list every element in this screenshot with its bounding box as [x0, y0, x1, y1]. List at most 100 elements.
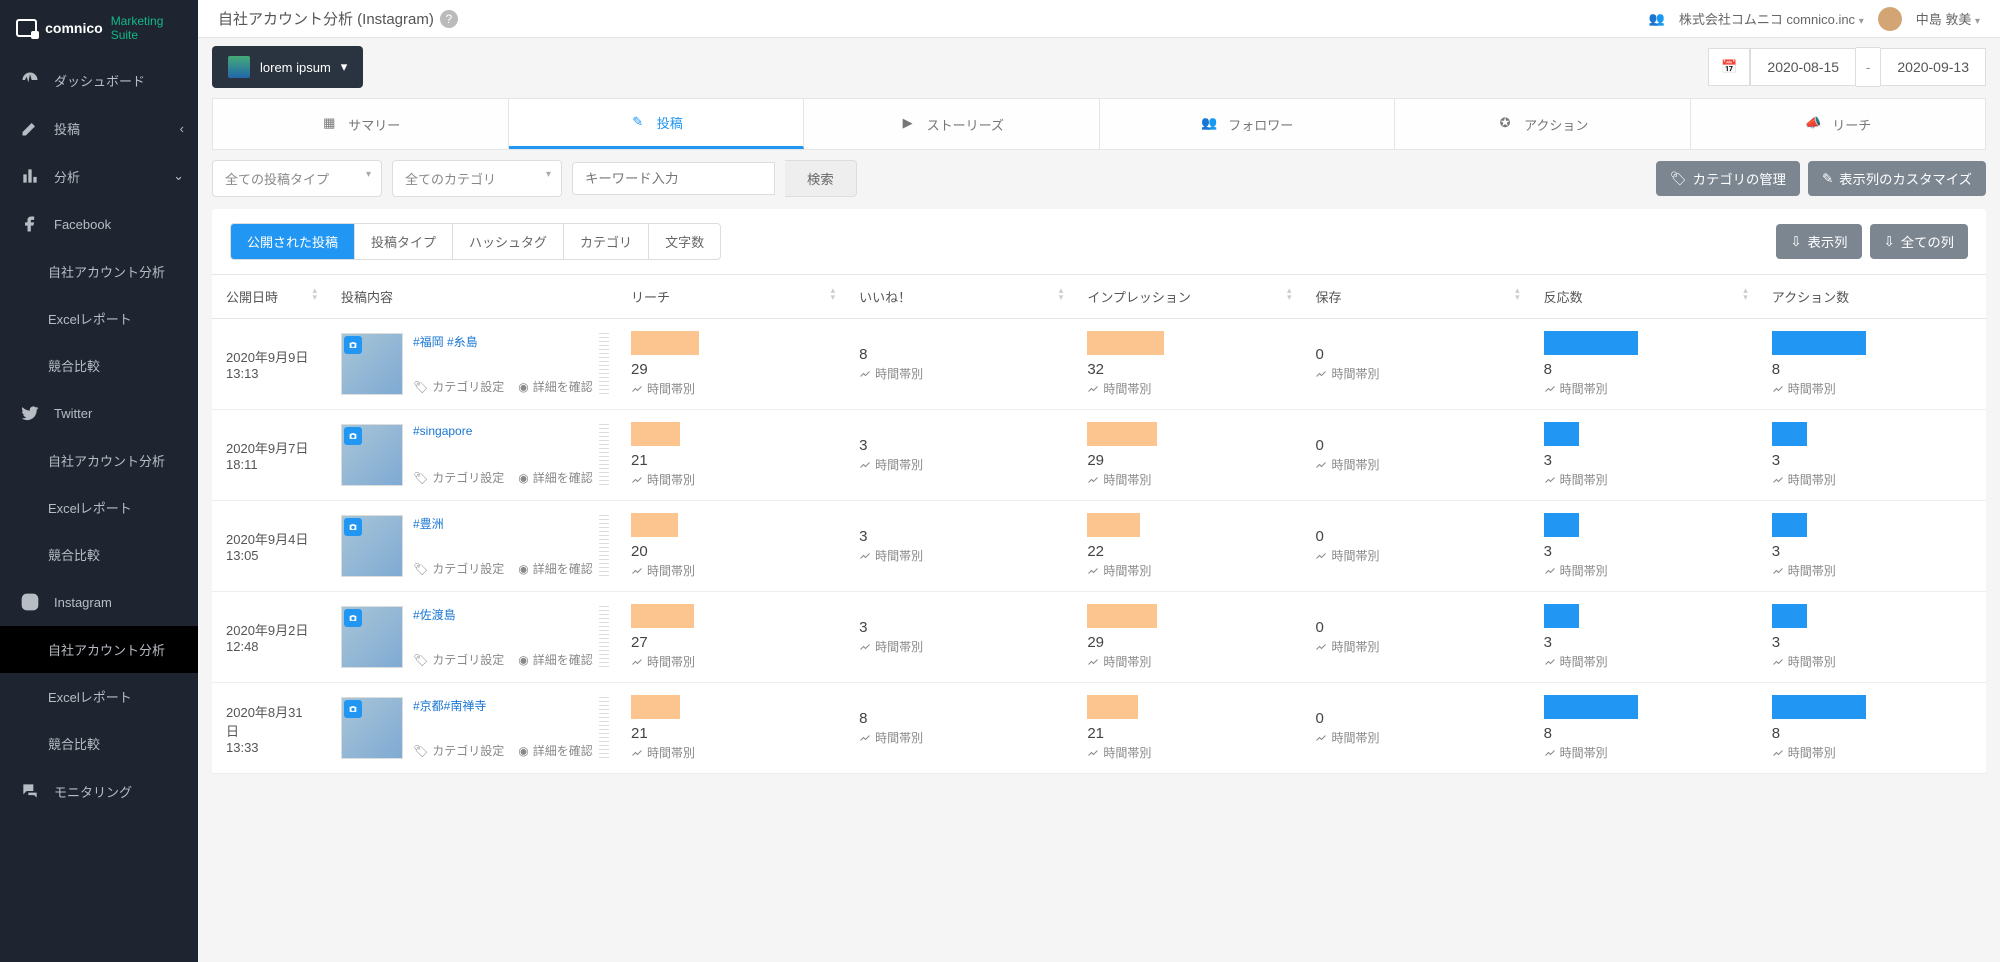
view-detail-link[interactable]: ◉詳細を確認 [518, 651, 593, 668]
nav-post[interactable]: 投稿 ‹ [0, 104, 198, 152]
drag-handle-icon[interactable] [599, 424, 609, 486]
time-of-day-link[interactable]: 時間帯別 [1544, 562, 1744, 579]
user-avatar[interactable] [1878, 7, 1902, 31]
time-of-day-link[interactable]: 時間帯別 [1087, 471, 1287, 488]
nav-ig-excel[interactable]: Excelレポート [0, 673, 198, 720]
drag-handle-icon[interactable] [599, 515, 609, 577]
post-hashtags[interactable]: #佐渡島 [413, 606, 603, 623]
col-reach[interactable]: リーチ▴▾ [617, 275, 845, 319]
nav-analyze[interactable]: 分析 ⌄ [0, 152, 198, 200]
time-of-day-link[interactable]: 時間帯別 [1772, 562, 1972, 579]
nav-tw-excel[interactable]: Excelレポート [0, 484, 198, 531]
time-of-day-link[interactable]: 時間帯別 [1544, 471, 1744, 488]
time-of-day-link[interactable]: 時間帯別 [1087, 380, 1287, 397]
time-of-day-link[interactable]: 時間帯別 [859, 638, 1059, 655]
time-of-day-link[interactable]: 時間帯別 [859, 456, 1059, 473]
filter-category[interactable]: 全てのカテゴリ [392, 160, 562, 197]
tab-stories[interactable]: ▶ストーリーズ [804, 99, 1100, 149]
post-thumbnail[interactable] [341, 515, 403, 577]
time-of-day-link[interactable]: 時間帯別 [1772, 653, 1972, 670]
keyword-input[interactable] [572, 162, 775, 195]
date-to[interactable]: 2020-09-13 [1880, 48, 1986, 86]
seg-published[interactable]: 公開された投稿 [231, 224, 355, 259]
post-thumbnail[interactable] [341, 606, 403, 668]
time-of-day-link[interactable]: 時間帯別 [1315, 456, 1515, 473]
col-reactions[interactable]: 反応数▴▾ [1530, 275, 1758, 319]
time-of-day-link[interactable]: 時間帯別 [1087, 653, 1287, 670]
nav-dashboard[interactable]: ダッシュボード [0, 56, 198, 104]
col-likes[interactable]: いいね！▴▾ [845, 275, 1073, 319]
time-of-day-link[interactable]: 時間帯別 [631, 471, 831, 488]
all-columns-button[interactable]: ⇩全ての列 [1870, 224, 1968, 259]
seg-char-count[interactable]: 文字数 [649, 224, 720, 259]
seg-hashtag[interactable]: ハッシュタグ [453, 224, 564, 259]
time-of-day-link[interactable]: 時間帯別 [1315, 729, 1515, 746]
post-thumbnail[interactable] [341, 697, 403, 759]
seg-post-type[interactable]: 投稿タイプ [355, 224, 453, 259]
time-of-day-link[interactable]: 時間帯別 [1315, 547, 1515, 564]
account-dropdown[interactable]: lorem ipsum ▾ [212, 46, 363, 88]
nav-fb-excel[interactable]: Excelレポート [0, 295, 198, 342]
customize-columns-button[interactable]: ✎表示列のカスタマイズ [1808, 161, 1986, 196]
user-menu[interactable]: 中島 敦美 ▾ [1916, 9, 1980, 28]
time-of-day-link[interactable]: 時間帯別 [859, 547, 1059, 564]
time-of-day-link[interactable]: 時間帯別 [1772, 380, 1972, 397]
post-hashtags[interactable]: #singapore [413, 424, 603, 438]
time-of-day-link[interactable]: 時間帯別 [631, 653, 831, 670]
time-of-day-link[interactable]: 時間帯別 [631, 744, 831, 761]
time-of-day-link[interactable]: 時間帯別 [1544, 653, 1744, 670]
tab-summary[interactable]: ▦サマリー [213, 99, 509, 149]
tab-reach[interactable]: 📣リーチ [1691, 99, 1986, 149]
org-switcher[interactable]: 株式会社コムニコ comnico.inc ▾ [1679, 9, 1864, 28]
nav-facebook[interactable]: Facebook [0, 200, 198, 248]
nav-tw-compare[interactable]: 競合比較 [0, 531, 198, 578]
set-category-link[interactable]: 🏷カテゴリ設定 [413, 742, 504, 759]
nav-fb-compare[interactable]: 競合比較 [0, 342, 198, 389]
time-of-day-link[interactable]: 時間帯別 [1544, 380, 1744, 397]
time-of-day-link[interactable]: 時間帯別 [1772, 744, 1972, 761]
date-from[interactable]: 2020-08-15 [1750, 48, 1856, 86]
time-of-day-link[interactable]: 時間帯別 [859, 365, 1059, 382]
display-columns-button[interactable]: ⇩表示列 [1776, 224, 1861, 259]
seg-category[interactable]: カテゴリ [564, 224, 649, 259]
manage-categories-button[interactable]: 🏷カテゴリの管理 [1656, 161, 1800, 196]
filter-post-type[interactable]: 全ての投稿タイプ [212, 160, 382, 197]
drag-handle-icon[interactable] [599, 697, 609, 759]
nav-instagram[interactable]: Instagram [0, 578, 198, 626]
nav-tw-own[interactable]: 自社アカウント分析 [0, 437, 198, 484]
tab-posts[interactable]: ✎投稿 [509, 99, 805, 149]
col-published-at[interactable]: 公開日時▴▾ [212, 275, 327, 319]
nav-monitoring[interactable]: モニタリング [0, 767, 198, 815]
set-category-link[interactable]: 🏷カテゴリ設定 [413, 378, 504, 395]
nav-fb-own[interactable]: 自社アカウント分析 [0, 248, 198, 295]
calendar-icon[interactable]: 📅 [1708, 48, 1750, 86]
time-of-day-link[interactable]: 時間帯別 [1087, 744, 1287, 761]
time-of-day-link[interactable]: 時間帯別 [1315, 365, 1515, 382]
post-thumbnail[interactable] [341, 424, 403, 486]
time-of-day-link[interactable]: 時間帯別 [1772, 471, 1972, 488]
time-of-day-link[interactable]: 時間帯別 [1087, 562, 1287, 579]
col-impressions[interactable]: インプレッション▴▾ [1073, 275, 1301, 319]
set-category-link[interactable]: 🏷カテゴリ設定 [413, 469, 504, 486]
view-detail-link[interactable]: ◉詳細を確認 [518, 560, 593, 577]
set-category-link[interactable]: 🏷カテゴリ設定 [413, 651, 504, 668]
view-detail-link[interactable]: ◉詳細を確認 [518, 742, 593, 759]
post-hashtags[interactable]: #京都#南禅寺 [413, 697, 603, 714]
nav-ig-compare[interactable]: 競合比較 [0, 720, 198, 767]
search-button[interactable]: 検索 [785, 160, 857, 197]
post-thumbnail[interactable] [341, 333, 403, 395]
nav-ig-own[interactable]: 自社アカウント分析 [0, 626, 198, 673]
time-of-day-link[interactable]: 時間帯別 [631, 380, 831, 397]
time-of-day-link[interactable]: 時間帯別 [1315, 638, 1515, 655]
drag-handle-icon[interactable] [599, 333, 609, 395]
tab-actions[interactable]: ✪アクション [1395, 99, 1691, 149]
view-detail-link[interactable]: ◉詳細を確認 [518, 469, 593, 486]
drag-handle-icon[interactable] [599, 606, 609, 668]
time-of-day-link[interactable]: 時間帯別 [631, 562, 831, 579]
help-icon[interactable]: ? [440, 10, 458, 28]
post-hashtags[interactable]: #福岡 #糸島 [413, 333, 603, 350]
nav-twitter[interactable]: Twitter [0, 389, 198, 437]
time-of-day-link[interactable]: 時間帯別 [859, 729, 1059, 746]
date-range-picker[interactable]: 📅 2020-08-15 - 2020-09-13 [1708, 47, 1986, 87]
time-of-day-link[interactable]: 時間帯別 [1544, 744, 1744, 761]
